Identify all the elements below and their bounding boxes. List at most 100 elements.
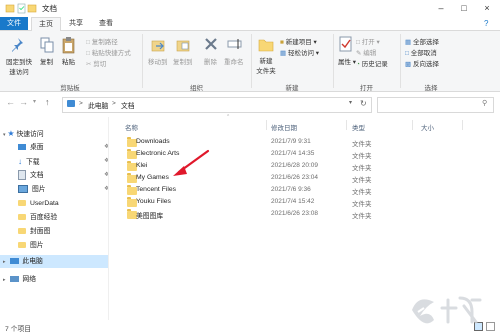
properties-label: 属性 [338,59,351,66]
pictures-icon [18,185,28,194]
copy-path-button[interactable]: □ 复制路径 [86,36,118,46]
nav-item-baidu-jingyan[interactable]: 百度经验 [18,211,57,224]
pin-icon [12,38,23,52]
file-type: 文件夹 [352,177,372,184]
open-group-label: 打开 [360,85,373,92]
edit-label: 编辑 [363,50,377,57]
copy-icon [40,37,54,53]
file-name: Youku Files [136,198,171,205]
folder-icon [18,242,26,249]
address-bar[interactable]: > 此电脑 > 文档 ▾ ↻ [62,97,372,113]
nav-item-userdata[interactable]: UserData [18,197,59,210]
edit-button[interactable]: ✎ 编辑 [356,47,376,57]
column-header-type[interactable]: 类型 [352,122,365,132]
maximize-button[interactable]: □ [453,0,475,17]
cut-label: 剪切 [93,61,107,68]
nav-this-pc[interactable]: ▸ 此电脑 [0,255,108,268]
nav-item-pictures-2[interactable]: 图片 [18,239,44,252]
history-button[interactable]: ◔ 历史记录 [356,58,388,68]
delete-button[interactable]: 删除 [204,56,217,66]
column-divider[interactable] [266,120,267,130]
up-arrow-icon[interactable]: ↑ [45,97,50,107]
file-row[interactable]: 美图图库 2021/6/26 23:08 文件夹 [118,209,468,221]
refresh-icon[interactable]: ↻ [360,99,367,108]
download-arrow-icon: ↓ [18,157,22,166]
nav-item-label: 图片 [30,242,44,249]
recent-locations-chevron-icon[interactable]: ▾ [33,98,36,105]
column-header-date[interactable]: 修改日期 [271,122,297,132]
nav-network-label: 网络 [22,276,36,283]
nav-item-label: 封面图 [30,228,51,235]
nav-item-documents[interactable]: 文档 [18,169,44,182]
search-input[interactable]: ⚲ [377,97,494,113]
breadcrumb-this-pc[interactable]: 此电脑 [88,100,108,110]
file-row[interactable]: Tencent Files 2021/7/6 9:36 文件夹 [118,185,468,197]
file-date: 2021/7/4 14:35 [271,150,315,157]
back-arrow-icon[interactable]: ← [6,97,15,107]
help-icon[interactable]: ? [484,19,488,28]
column-divider[interactable] [462,120,463,130]
nav-item-pictures[interactable]: 图片 [18,183,46,196]
paste-icon [62,37,75,54]
nav-this-pc-label: 此电脑 [22,258,43,265]
ribbon-divider [251,34,252,88]
copy-button[interactable]: 复制 [40,56,53,66]
pane-divider [108,117,109,320]
column-header-size[interactable]: 大小 [421,122,434,132]
file-type: 文件夹 [352,141,372,148]
nav-item-desktop[interactable]: 桌面 [18,141,44,154]
nav-item-label: UserData [30,200,59,207]
folder-icon [18,214,26,221]
invert-selection-button[interactable]: ▩ 反向选择 [405,58,439,68]
tab-home[interactable]: 主页 [31,17,61,31]
tab-view[interactable]: 查看 [92,17,120,30]
cut-button[interactable]: ✂ 剪切 [86,58,106,68]
properties-button[interactable]: 属性 ▾ [338,56,356,66]
tab-share[interactable]: 共享 [62,17,90,30]
paste-shortcut-button[interactable]: □ 粘贴快捷方式 [86,47,131,57]
organize-group-label: 组织 [190,85,203,92]
file-date: 2021/7/6 9:36 [271,186,311,193]
file-name: My Games [136,174,169,181]
forward-arrow-icon[interactable]: → [19,97,28,107]
easy-access-button[interactable]: ▦ 轻松访问 ▾ [280,47,319,57]
chevron-right-icon: ▸ [3,259,6,265]
paste-button[interactable]: 粘贴 [62,56,75,66]
watermark-logo [412,296,482,324]
window-title: 文档 [42,4,57,13]
nav-network[interactable]: ▸ 网络 [3,273,36,286]
nav-quick-access[interactable]: ▾ ★ 快速访问 [3,127,44,140]
file-name: 美图图库 [136,213,164,220]
tab-file[interactable]: 文件 [0,17,28,30]
chevron-down-icon: ▾ [3,132,6,138]
network-icon [10,276,20,283]
copy-to-icon [176,40,190,52]
select-all-button[interactable]: ▦ 全部选择 [405,36,439,46]
nav-item-cover-images[interactable]: 封面图 [18,225,50,238]
breadcrumb-documents[interactable]: 文档 [121,100,135,110]
rename-button[interactable]: 重命名 [224,56,244,66]
chevron-down-icon: ▾ [313,39,317,46]
column-header-name[interactable]: 名称 [125,122,138,132]
open-button[interactable]: □ 打开 ▾ [356,36,380,46]
ribbon-divider [142,34,143,88]
file-type: 文件夹 [352,213,372,220]
pin-quick-access-button[interactable]: 固定到快 速访问 [4,56,34,76]
ribbon-tabs: 文件 主页 共享 查看 ? [0,17,500,31]
nav-item-downloads[interactable]: ↓ 下载 [18,155,40,168]
copy-to-button[interactable]: 复制到 [173,56,193,66]
ribbon: 固定到快 速访问 复制 粘贴 □ 复制路径 □ 粘贴快捷方式 ✂ 剪切 剪贴板 … [0,31,500,92]
column-divider[interactable] [412,120,413,130]
quick-access-toolbar[interactable] [5,3,37,14]
new-item-button[interactable]: ■ 新建项目 ▾ [280,36,317,46]
file-row[interactable]: Youku Files 2021/7/4 15:42 文件夹 [118,197,468,209]
select-none-button[interactable]: □ 全部取消 [405,47,437,57]
move-to-button[interactable]: 移动到 [148,56,168,66]
address-dropdown-icon[interactable]: ▾ [349,99,352,106]
close-button[interactable]: × [476,0,498,17]
nav-quick-access-label: 快速访问 [16,131,44,138]
file-date: 2021/6/28 20:09 [271,162,318,169]
column-divider[interactable] [346,120,347,130]
minimize-button[interactable]: – [430,0,452,17]
new-folder-button[interactable]: 新建 文件夹 [255,55,277,75]
